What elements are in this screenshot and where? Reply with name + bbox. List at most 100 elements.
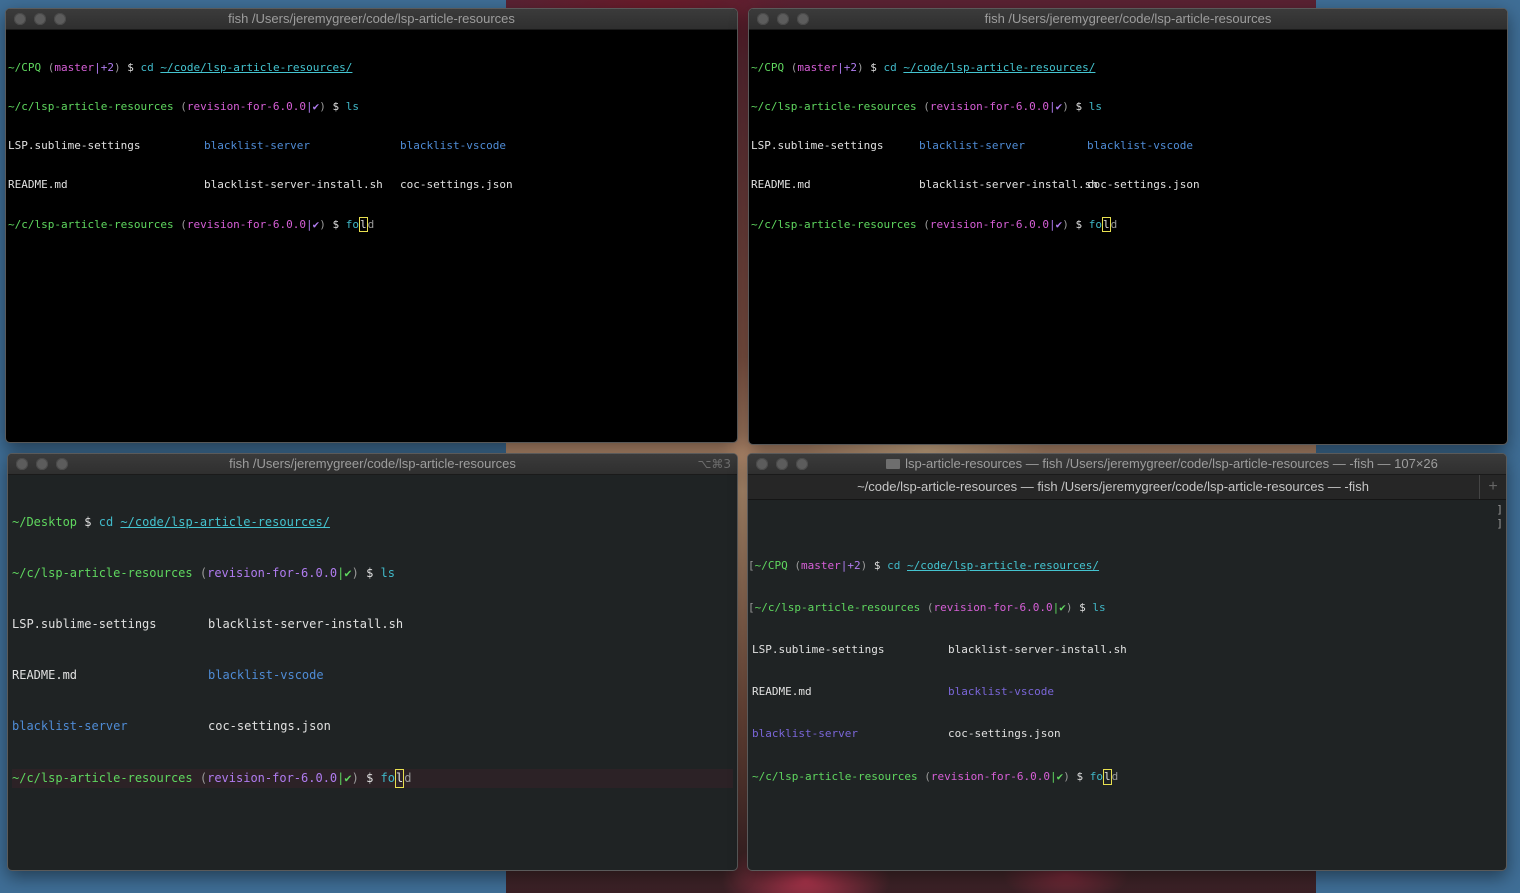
file-entry: LSP.sublime-settings	[12, 617, 157, 631]
git-status: |✔	[1049, 218, 1063, 231]
ls-output-row: LSP.sublime-settings blacklist-server blac…	[8, 139, 737, 152]
file-entry: coc-settings.json	[1087, 178, 1200, 191]
command: cd	[140, 61, 154, 74]
path-argument: ~/code/lsp-article-resources/	[907, 559, 1100, 572]
typed-command: fo	[380, 771, 395, 785]
git-status: |✔	[337, 566, 352, 580]
prompt-path: ~/CPQ	[8, 61, 42, 74]
git-status: |✔	[337, 771, 352, 785]
terminal-window-top-left[interactable]: fish /Users/jeremygreer/code/lsp-article…	[5, 8, 738, 443]
ls-output-row: blacklist-server coc-settings.json	[752, 727, 1502, 741]
file-entry: coc-settings.json	[400, 178, 513, 191]
git-branch: revision-for-6.0.0	[929, 218, 1050, 231]
window-title: fish /Users/jeremygreer/code/lsp-article…	[228, 11, 515, 26]
text-cursor: l	[359, 217, 368, 232]
prompt-path: ~/c/lsp-article-resources	[751, 218, 917, 231]
directory-entry: blacklist-server	[204, 139, 310, 152]
ls-output-row: README.md blacklist-vscode	[752, 685, 1502, 699]
file-entry: blacklist-server-install.sh	[208, 617, 404, 631]
terminal-content[interactable]: ] ] [~/CPQ (master|+2) $ cd ~/code/lsp-a…	[748, 501, 1506, 870]
window-title: fish /Users/jeremygreer/code/lsp-article…	[984, 11, 1272, 26]
prompt-line-current: ~/c/lsp-article-resources (revision-for-…	[12, 769, 733, 788]
path-argument: ~/code/lsp-article-resources/	[160, 61, 353, 74]
window-title: lsp-article-resources — fish /Users/jere…	[748, 456, 1506, 471]
new-tab-button[interactable]: +	[1479, 475, 1506, 499]
prompt-line: ~/c/lsp-article-resources (revision-for-…	[8, 217, 375, 232]
window-title: fish /Users/jeremygreer/code/lsp-article…	[229, 456, 516, 471]
file-entry: README.md	[8, 178, 68, 191]
git-status: |✔	[1049, 100, 1063, 113]
git-branch: revision-for-6.0.0	[929, 100, 1050, 113]
file-entry: coc-settings.json	[208, 719, 331, 733]
file-entry: blacklist-server-install.sh	[919, 178, 1098, 191]
ls-output-row: blacklist-server coc-settings.json	[12, 718, 733, 735]
prompt-path: ~/c/lsp-article-resources	[752, 770, 918, 783]
file-entry: LSP.sublime-settings	[752, 643, 885, 656]
git-branch: revision-for-6.0.0	[207, 771, 338, 785]
prompt-line: ~/CPQ (master|+2) $ cd ~/code/lsp-articl…	[8, 61, 353, 74]
git-branch: master	[801, 559, 841, 572]
window-title-text: lsp-article-resources — fish /Users/jere…	[905, 456, 1438, 471]
autosuggestion: d	[1110, 218, 1118, 231]
prompt-line: [~/c/lsp-article-resources (revision-for…	[748, 601, 1106, 614]
bracket-mark: ]	[1496, 503, 1503, 516]
file-entry: LSP.sublime-settings	[8, 139, 141, 152]
file-entry: README.md	[752, 685, 812, 698]
file-entry: README.md	[12, 668, 78, 682]
prompt-path: ~/c/lsp-article-resources	[12, 771, 193, 785]
git-branch: revision-for-6.0.0	[933, 601, 1053, 614]
title-bar[interactable]: fish /Users/jeremygreer/code/lsp-article…	[6, 9, 737, 30]
file-entry: LSP.sublime-settings	[751, 139, 884, 152]
ls-output-row: README.mdblacklist-server-install.shcoc-…	[751, 178, 1507, 191]
path-argument: ~/code/lsp-article-resources/	[903, 61, 1096, 74]
command: cd	[887, 559, 901, 572]
prompt-path: ~/Desktop	[12, 515, 78, 529]
terminal-content[interactable]: ~/CPQ (master|+2) $ cd ~/code/lsp-articl…	[749, 33, 1507, 444]
prompt-line: ~/c/lsp-article-resources (revision-for-…	[751, 100, 1103, 113]
terminal-content[interactable]: ~/CPQ (master|+2) $ cd ~/code/lsp-articl…	[6, 33, 737, 442]
command: ls	[1088, 100, 1103, 113]
git-status: |✔	[1052, 601, 1066, 614]
prompt-path: ~/c/lsp-article-resources	[12, 566, 193, 580]
git-status: |✔	[306, 100, 320, 113]
terminal-window-bottom-left[interactable]: fish /Users/jeremygreer/code/lsp-article…	[7, 453, 738, 871]
terminal-content[interactable]: ~/Desktop $ cd ~/code/lsp-article-resour…	[8, 478, 737, 870]
title-bar[interactable]: fish /Users/jeremygreer/code/lsp-article…	[8, 454, 737, 475]
git-branch: master	[54, 61, 95, 74]
command: cd	[98, 515, 114, 529]
ls-output-row: LSP.sublime-settings blacklist-server-ins…	[12, 616, 733, 633]
ls-output-row: LSP.sublime-settings blacklist-server-ins…	[752, 643, 1502, 657]
text-cursor: l	[1103, 769, 1112, 785]
directory-entry: blacklist-vscode	[400, 139, 506, 152]
prompt-path: ~/c/lsp-article-resources	[8, 100, 174, 113]
git-status: |+2	[840, 559, 861, 572]
git-branch: master	[797, 61, 838, 74]
git-status: |✔	[306, 218, 320, 231]
git-status: |+2	[94, 61, 114, 74]
prompt-path: ~/c/lsp-article-resources	[754, 601, 921, 614]
directory-entry: blacklist-vscode	[208, 668, 324, 682]
title-bar[interactable]: fish /Users/jeremygreer/code/lsp-article…	[749, 9, 1507, 30]
terminal-window-top-right[interactable]: fish /Users/jeremygreer/code/lsp-article…	[748, 8, 1508, 445]
title-bar[interactable]: lsp-article-resources — fish /Users/jere…	[748, 454, 1506, 475]
tab-bar: ~/code/lsp-article-resources — fish /Use…	[748, 475, 1506, 500]
directory-entry: blacklist-server	[919, 139, 1025, 152]
autosuggestion: d	[404, 771, 412, 785]
git-branch: revision-for-6.0.0	[207, 566, 338, 580]
terminal-window-bottom-right[interactable]: lsp-article-resources — fish /Users/jere…	[747, 453, 1507, 871]
text-cursor: l	[1102, 217, 1111, 232]
prompt-line: [~/CPQ (master|+2) $ cd ~/code/lsp-artic…	[748, 559, 1100, 572]
ls-output-row: README.mdblacklist-server-install.shcoc-…	[8, 178, 737, 191]
git-status: |+2	[837, 61, 857, 74]
ls-output-row: LSP.sublime-settings blacklist-server blac…	[751, 139, 1507, 152]
prompt-path: ~/CPQ	[751, 61, 785, 74]
typed-command: fo	[345, 218, 360, 231]
directory-entry: blacklist-vscode	[1087, 139, 1193, 152]
prompt-line: ~/c/lsp-article-resources (revision-for-…	[752, 769, 1119, 785]
autosuggestion: d	[1111, 770, 1119, 783]
git-status: |✔	[1050, 770, 1064, 783]
window-shortcut: ⌥⌘3	[697, 457, 731, 471]
prompt-line: ~/c/lsp-article-resources (revision-for-…	[12, 566, 395, 580]
tab-active[interactable]: ~/code/lsp-article-resources — fish /Use…	[748, 479, 1478, 494]
git-branch: revision-for-6.0.0	[186, 100, 307, 113]
